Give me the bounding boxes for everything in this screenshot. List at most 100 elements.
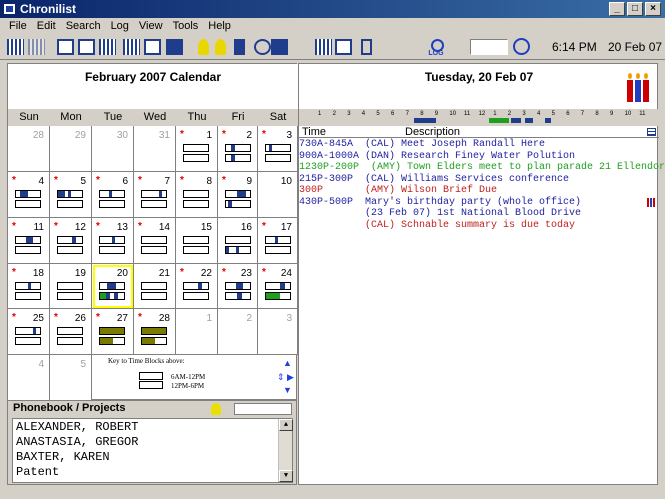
- list-item[interactable]: BAXTER, KAREN: [16, 450, 289, 465]
- menu-search[interactable]: Search: [61, 18, 106, 36]
- print-icon[interactable]: [271, 39, 288, 55]
- day-number: 1: [206, 130, 212, 141]
- event-row[interactable]: 215P-300P (CAL) Williams Services confer…: [299, 174, 659, 186]
- scrollbar[interactable]: ▲ ▼: [278, 419, 293, 482]
- calendar-day-cell[interactable]: 6 *: [92, 172, 134, 218]
- calendar-day-cell[interactable]: 27 *: [92, 309, 134, 355]
- menu-help[interactable]: Help: [203, 18, 236, 36]
- notepad-icon[interactable]: [361, 39, 372, 55]
- birthday-candles-icon: [625, 72, 651, 102]
- calendar-day-cell[interactable]: 4: [8, 355, 50, 401]
- phonebook-icon[interactable]: [57, 39, 74, 55]
- lightbulb-icon[interactable]: [211, 403, 221, 415]
- calendar-day-cell[interactable]: 11 *: [8, 218, 50, 264]
- event-row[interactable]: (23 Feb 07) 1st National Blood Drive: [299, 208, 659, 220]
- event-row[interactable]: 900A-1000A (DAN) Research Finey Water Po…: [299, 151, 659, 163]
- time-column-header[interactable]: Time: [302, 126, 326, 138]
- calendar-day-cell[interactable]: 28 *: [134, 309, 176, 355]
- calendar-day-cell[interactable]: 22 *: [176, 264, 218, 309]
- menu-edit[interactable]: Edit: [32, 18, 61, 36]
- calendar-day-cell[interactable]: 3: [258, 309, 298, 355]
- scroll-down-arrow-icon[interactable]: ▼: [283, 385, 292, 395]
- calendar-day-cell[interactable]: 23 *: [218, 264, 258, 309]
- calendar-day-cell[interactable]: 9 *: [218, 172, 258, 218]
- event-row[interactable]: 730A-845A (CAL) Meet Joseph Randall Here: [299, 139, 659, 151]
- menu-tools[interactable]: Tools: [168, 18, 204, 36]
- scroll-up-button[interactable]: ▲: [279, 419, 293, 431]
- list-item[interactable]: ANASTASIA, GREGOR: [16, 435, 289, 450]
- address-book-icon[interactable]: [78, 39, 95, 55]
- calendar-day-cell[interactable]: 1 *: [176, 126, 218, 172]
- calendar-day-cell[interactable]: 19: [50, 264, 92, 309]
- close-button[interactable]: ×: [645, 2, 661, 16]
- edit-tag-icon[interactable]: [166, 39, 183, 55]
- time-block-bar: [225, 246, 251, 254]
- calendar-day-cell[interactable]: 8 *: [176, 172, 218, 218]
- calendar-day-cell[interactable]: 31: [134, 126, 176, 172]
- calendar-day-cell[interactable]: 15: [176, 218, 218, 264]
- calendar-day-cell[interactable]: 30: [92, 126, 134, 172]
- month-view-icon[interactable]: [7, 39, 24, 55]
- description-column-header[interactable]: Description: [405, 126, 460, 138]
- calendar-day-cell[interactable]: 2: [218, 309, 258, 355]
- menu-view[interactable]: View: [134, 18, 168, 36]
- phonebook-search-input[interactable]: [234, 403, 292, 415]
- scroll-up-arrow-icon[interactable]: ▲: [283, 358, 292, 368]
- calendar-day-cell[interactable]: 24 *: [258, 264, 298, 309]
- scroll-both-icon[interactable]: ⇕: [277, 372, 285, 383]
- calendar-day-cell[interactable]: 29: [50, 126, 92, 172]
- list-icon[interactable]: [647, 128, 656, 136]
- calendar-day-cell[interactable]: 10: [258, 172, 298, 218]
- clock-date: 20 Feb 07: [608, 40, 663, 54]
- time-block-bar: [15, 292, 41, 300]
- calendar-day-cell[interactable]: 21: [134, 264, 176, 309]
- event-row[interactable]: 430P-500P Mary's birthday party (whole o…: [299, 197, 659, 209]
- log-button[interactable]: LOG: [426, 38, 446, 60]
- menu-log[interactable]: Log: [106, 18, 134, 36]
- hour-label: 9: [610, 111, 614, 117]
- calendar-day-cell[interactable]: 5 *: [50, 172, 92, 218]
- lightbulb-small-icon[interactable]: [215, 39, 226, 55]
- calendar-day-cell[interactable]: 14 *: [134, 218, 176, 264]
- calendar-day-cell[interactable]: 13 *: [92, 218, 134, 264]
- event-star-icon: *: [96, 312, 100, 323]
- list-item[interactable]: Patent: [16, 465, 289, 480]
- calendar-day-cell[interactable]: 16: [218, 218, 258, 264]
- calendar-day-cell[interactable]: 17 *: [258, 218, 298, 264]
- find-icon[interactable]: [254, 39, 271, 55]
- lightbulb-icon[interactable]: [198, 39, 209, 55]
- calendar-day-cell[interactable]: 1: [176, 309, 218, 355]
- time-block-bar: [225, 292, 251, 300]
- envelope-icon[interactable]: [335, 39, 352, 55]
- day-view-icon[interactable]: [144, 39, 161, 55]
- calendar-day-cell[interactable]: 5: [50, 355, 92, 401]
- event-star-icon: *: [180, 129, 184, 140]
- calendar-day-cell[interactable]: 4 *: [8, 172, 50, 218]
- timer-input[interactable]: [470, 39, 508, 55]
- event-row[interactable]: 1230P-200P (AMY) Town Elders meet to pla…: [299, 162, 665, 174]
- week-view-icon[interactable]: [123, 39, 140, 55]
- calendar-day-cell[interactable]: 25 *: [8, 309, 50, 355]
- list-item[interactable]: ALEXANDER, ROBERT: [16, 420, 289, 435]
- calendar-day-cell[interactable]: 26 *: [50, 309, 92, 355]
- calendar-day-cell[interactable]: 3 *: [258, 126, 298, 172]
- calendar-day-cell[interactable]: 18 *: [8, 264, 50, 309]
- list-view-icon[interactable]: [99, 39, 116, 55]
- menu-file[interactable]: File: [4, 18, 32, 36]
- event-row[interactable]: 300P (AMY) Wilson Brief Due: [299, 185, 659, 197]
- phonebook-list[interactable]: ALEXANDER, ROBERT ANASTASIA, GREGOR BAXT…: [12, 418, 293, 483]
- calculator-icon[interactable]: [315, 39, 332, 55]
- calendar-day-cell[interactable]: 2 *: [218, 126, 258, 172]
- scroll-down-button[interactable]: ▼: [279, 470, 293, 482]
- calendar-day-cell[interactable]: 12 *: [50, 218, 92, 264]
- calendar-day-cell[interactable]: 28: [8, 126, 50, 172]
- trash-icon[interactable]: [234, 39, 245, 55]
- maximize-button[interactable]: □: [627, 2, 643, 16]
- calendar-day-cell[interactable]: 20: [92, 264, 134, 309]
- calendar-day-cell[interactable]: 7 *: [134, 172, 176, 218]
- year-view-icon[interactable]: [28, 39, 45, 55]
- scroll-right-arrow-icon[interactable]: ▶: [287, 372, 294, 383]
- event-row[interactable]: (CAL) Schnable summary is due today: [299, 220, 659, 232]
- minimize-button[interactable]: _: [609, 2, 625, 16]
- stopwatch-icon[interactable]: [513, 38, 530, 55]
